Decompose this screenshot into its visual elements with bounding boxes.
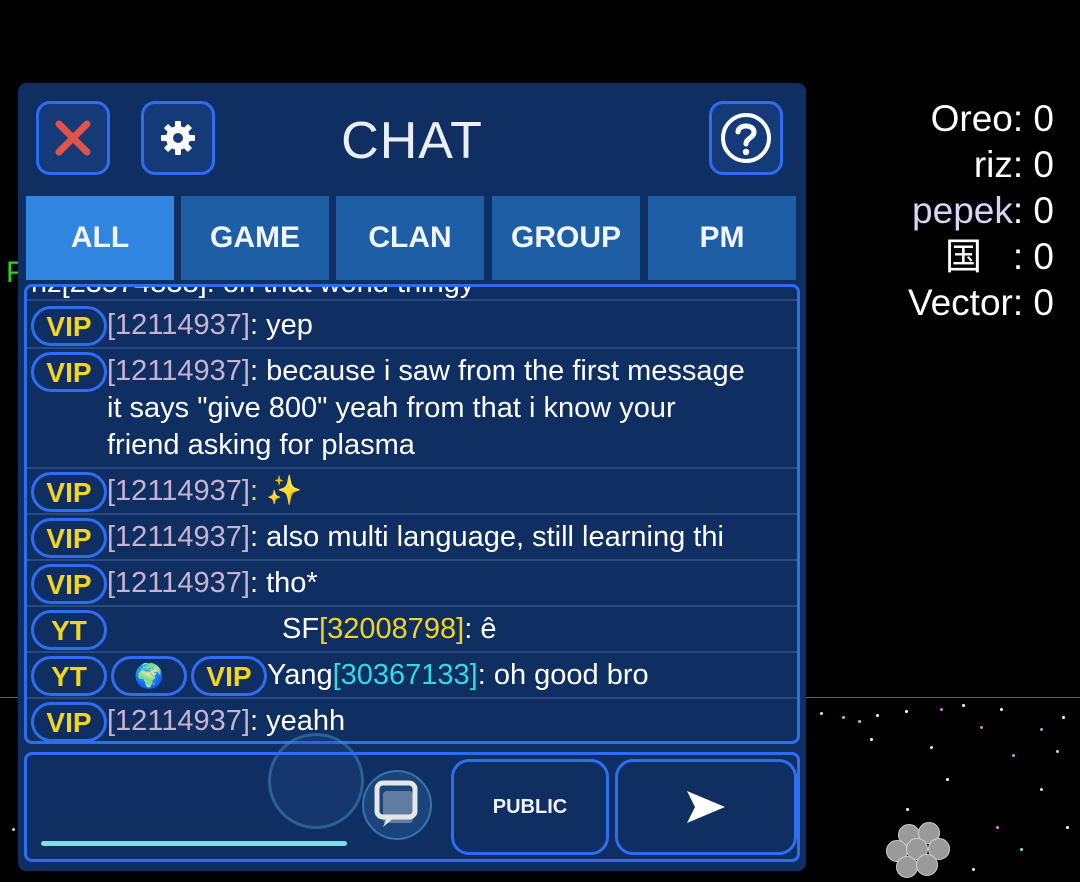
message-body-line: it says "give 800" yeah from that i know… — [107, 392, 676, 424]
leaderboard-row: Vector: 0 — [908, 280, 1054, 326]
tab-all[interactable]: ALL — [26, 196, 174, 280]
leaderboard-name: 国 — [945, 236, 983, 277]
message-text: [12114937]: ✨ — [107, 473, 797, 510]
leaderboard-score: 0 — [1033, 144, 1054, 185]
vip-badge[interactable]: VIP — [191, 656, 267, 696]
list-item: VIP [12114937]: tho* — [27, 561, 797, 607]
message-body: : also multi language, still learning th… — [250, 521, 724, 553]
leaderboard-score: 0 — [1033, 236, 1054, 277]
message-text: Yang[30367133]: oh good bro — [267, 657, 797, 694]
user-id[interactable]: [32008798] — [319, 613, 464, 645]
input-underline — [41, 841, 347, 846]
list-item: riz[23574838]: oh that world thingy — [27, 287, 797, 302]
list-item: YT SF[32008798]: ê — [27, 607, 797, 653]
chat-input-area: PUBLIC — [24, 752, 800, 862]
message-body: : yep — [250, 309, 313, 341]
leaderboard-score: 0 — [1033, 98, 1054, 139]
message-text: [12114937]: tho* — [107, 565, 797, 602]
message-text: riz[23574838]: oh that world thingy — [31, 287, 721, 302]
user-id[interactable]: [12114937] — [107, 705, 250, 737]
list-item: VIP [12114937]: also multi language, sti… — [27, 515, 797, 561]
tab-clan[interactable]: CLAN — [336, 196, 484, 280]
leaderboard-name: Vector — [907, 282, 1013, 323]
tab-pm[interactable]: PM — [648, 196, 796, 280]
globe-icon[interactable]: 🌍 — [111, 656, 187, 696]
vip-badge[interactable]: VIP — [31, 352, 107, 392]
vip-badge[interactable]: VIP — [31, 306, 107, 346]
user-name[interactable]: SF — [282, 613, 319, 645]
user-name[interactable]: Yang — [267, 659, 333, 691]
chat-toggle-button[interactable] — [361, 769, 433, 841]
list-item: YT 🌍 VIP Yang[30367133]: oh good bro — [27, 653, 797, 699]
message-list[interactable]: riz[23574838]: oh that world thingy VIP … — [24, 284, 800, 744]
chat-title: CHAT — [341, 112, 483, 170]
user-id[interactable]: [12114937] — [107, 355, 250, 387]
vip-badge[interactable]: VIP — [31, 472, 107, 512]
leaderboard-score: 0 — [1033, 190, 1054, 231]
vip-badge[interactable]: VIP — [31, 518, 107, 558]
player-cell-cluster — [884, 822, 954, 878]
leaderboard: Oreo: 0 riz: 0 pepek: 0 国 : 0 Vector: 0 — [908, 96, 1054, 326]
user-id[interactable]: [12114937] — [107, 567, 250, 599]
message-text: SF[32008798]: ê — [282, 611, 797, 648]
message-body: : oh good bro — [477, 659, 649, 691]
tab-game[interactable]: GAME — [181, 196, 329, 280]
message-text: [12114937]: yeahh — [107, 703, 797, 740]
chat-message-input[interactable] — [33, 759, 349, 855]
chat-bubble-icon — [362, 770, 432, 840]
list-item: VIP [12114937]: ✨ — [27, 469, 797, 515]
list-item: VIP [12114937]: yep — [27, 303, 797, 349]
list-item: VIP [12114937]: because i saw from the f… — [27, 349, 797, 469]
yt-badge[interactable]: YT — [31, 610, 107, 650]
message-body: : tho* — [250, 567, 318, 599]
leaderboard-row: riz: 0 — [908, 142, 1054, 188]
vip-badge[interactable]: VIP — [31, 702, 107, 741]
leaderboard-name: pepek — [912, 190, 1013, 231]
leaderboard-row: pepek: 0 — [908, 188, 1054, 234]
yt-badge[interactable]: YT — [31, 656, 107, 696]
user-id[interactable]: [12114937] — [107, 521, 250, 553]
leaderboard-row: 国 : 0 — [908, 234, 1054, 280]
chat-tabs: ALL GAME CLAN GROUP PM — [26, 196, 798, 280]
tab-group[interactable]: GROUP — [492, 196, 640, 280]
message-text: [12114937]: yep — [107, 307, 797, 344]
leaderboard-name: riz — [973, 144, 1013, 185]
help-icon — [721, 113, 771, 163]
leaderboard-row: Oreo: 0 — [908, 96, 1054, 142]
message-body: : yeahh — [250, 705, 346, 737]
message-text: [12114937]: because i saw from the first… — [107, 353, 797, 464]
chat-panel: CHAT ALL GAME CLAN GROUP PM riz[23574838… — [18, 83, 806, 871]
message-body: : ê — [464, 613, 497, 645]
user-id[interactable]: [30367133] — [333, 659, 478, 691]
message-body-line: friend asking for plasma — [107, 429, 415, 461]
leaderboard-score: 0 — [1033, 282, 1054, 323]
message-body: : ✨ — [250, 475, 303, 507]
list-item: VIP [12114937]: yeahh — [27, 699, 797, 741]
public-channel-button[interactable]: PUBLIC — [451, 759, 609, 855]
user-id[interactable]: [12114937] — [107, 309, 250, 341]
send-button[interactable] — [615, 759, 797, 855]
leaderboard-name: Oreo — [930, 98, 1013, 139]
message-body: : because i saw from the first message — [250, 355, 745, 387]
send-icon — [687, 791, 725, 823]
help-button[interactable] — [709, 101, 783, 175]
message-text: [12114937]: also multi language, still l… — [107, 519, 797, 556]
user-id[interactable]: [12114937] — [107, 475, 250, 507]
vip-badge[interactable]: VIP — [31, 564, 107, 604]
